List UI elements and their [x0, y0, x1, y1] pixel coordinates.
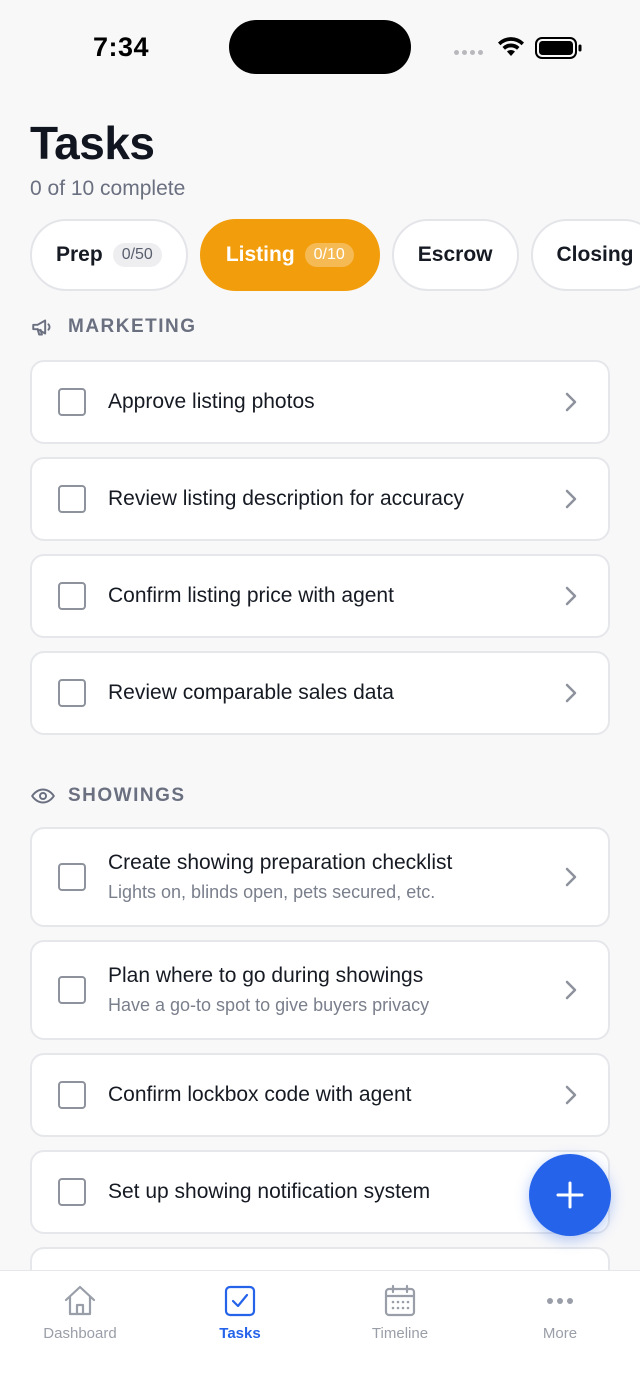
task-checkbox[interactable]	[58, 679, 86, 707]
task-row[interactable]: Confirm listing price with agent	[30, 554, 610, 638]
task-row[interactable]: Plan where to go during showings Have a …	[30, 940, 610, 1040]
tab-label: Escrow	[417, 243, 493, 266]
eye-icon	[31, 788, 55, 804]
nav-label: Dashboard	[43, 1325, 117, 1342]
task-checkbox[interactable]	[58, 388, 86, 416]
task-checkbox[interactable]	[58, 582, 86, 610]
phase-tabs: Prep 0/50 Listing 0/10 Escrow Closing	[30, 219, 640, 291]
tab-listing[interactable]: Listing 0/10	[199, 219, 380, 291]
section-label: SHOWINGS	[68, 785, 186, 806]
task-row[interactable]: Review comparable sales data	[30, 651, 610, 735]
chevron-right-icon	[565, 980, 577, 1000]
home-icon	[64, 1285, 96, 1316]
more-dots-icon	[547, 1298, 573, 1304]
chevron-right-icon	[565, 1085, 577, 1105]
task-checkbox[interactable]	[58, 1081, 86, 1109]
nav-tasks[interactable]: Tasks	[175, 1283, 305, 1342]
task-title: Plan where to go during showings	[108, 964, 424, 987]
bottom-tab-bar: Dashboard Tasks Timeline More	[0, 1270, 640, 1391]
nav-label: Tasks	[219, 1325, 261, 1342]
megaphone-icon	[32, 319, 51, 336]
tab-escrow[interactable]: Escrow	[391, 219, 519, 291]
task-title: Create showing preparation checklist	[108, 851, 453, 874]
task-checkbox[interactable]	[58, 976, 86, 1004]
task-row[interactable]: Review listing description for accuracy	[30, 457, 610, 541]
chevron-right-icon	[565, 683, 577, 703]
nav-more[interactable]: More	[495, 1283, 625, 1342]
task-checkbox[interactable]	[58, 485, 86, 513]
nav-dashboard[interactable]: Dashboard	[15, 1283, 145, 1342]
task-title: Review comparable sales data	[108, 681, 394, 704]
battery-icon	[535, 37, 582, 59]
task-title: Confirm listing price with agent	[108, 584, 394, 607]
task-checkbox[interactable]	[58, 863, 86, 891]
nav-timeline[interactable]: Timeline	[335, 1283, 465, 1342]
calendar-icon	[384, 1284, 416, 1317]
dynamic-island	[229, 20, 411, 74]
chevron-right-icon	[565, 489, 577, 509]
chevron-right-icon	[565, 867, 577, 887]
task-title: Confirm lockbox code with agent	[108, 1083, 412, 1106]
tab-count-badge: 0/50	[112, 243, 162, 267]
page-title: Tasks	[30, 117, 155, 169]
tab-count-badge: 0/10	[304, 243, 354, 267]
chevron-right-icon	[565, 392, 577, 412]
task-title: Approve listing photos	[108, 390, 315, 413]
tab-prep[interactable]: Prep 0/50	[30, 219, 188, 291]
wifi-icon	[498, 37, 524, 56]
add-task-button[interactable]	[529, 1154, 611, 1236]
section-header-marketing: MARKETING	[30, 314, 197, 340]
chevron-right-icon	[565, 586, 577, 606]
section-label: MARKETING	[68, 316, 197, 337]
cellular-signal-icon	[454, 50, 483, 55]
task-title: Set up showing notification system	[108, 1180, 431, 1203]
completion-summary: 0 of 10 complete	[30, 177, 186, 200]
task-description: Have a go-to spot to give buyers privacy	[108, 995, 430, 1015]
tab-label: Prep	[56, 243, 103, 266]
section-header-showings: SHOWINGS	[30, 783, 186, 809]
task-row[interactable]: Set up showing notification system	[30, 1150, 610, 1234]
tab-closing[interactable]: Closing	[530, 219, 640, 291]
status-bar: 7:34	[0, 0, 640, 96]
task-row[interactable]: Approve listing photos	[30, 360, 610, 444]
nav-label: More	[542, 1325, 578, 1342]
checkbox-icon	[224, 1285, 256, 1317]
task-checkbox[interactable]	[58, 1178, 86, 1206]
nav-label: Timeline	[371, 1325, 429, 1342]
task-row[interactable]: Confirm lockbox code with agent	[30, 1053, 610, 1137]
status-time: 7:34	[93, 32, 150, 62]
task-description: Lights on, blinds open, pets secured, et…	[108, 882, 436, 902]
task-row[interactable]: Create showing preparation checklist Lig…	[30, 827, 610, 927]
tab-label: Listing	[225, 243, 295, 266]
plus-icon	[556, 1181, 584, 1209]
tab-label: Closing	[556, 243, 634, 266]
task-title: Review listing description for accuracy	[108, 487, 464, 510]
